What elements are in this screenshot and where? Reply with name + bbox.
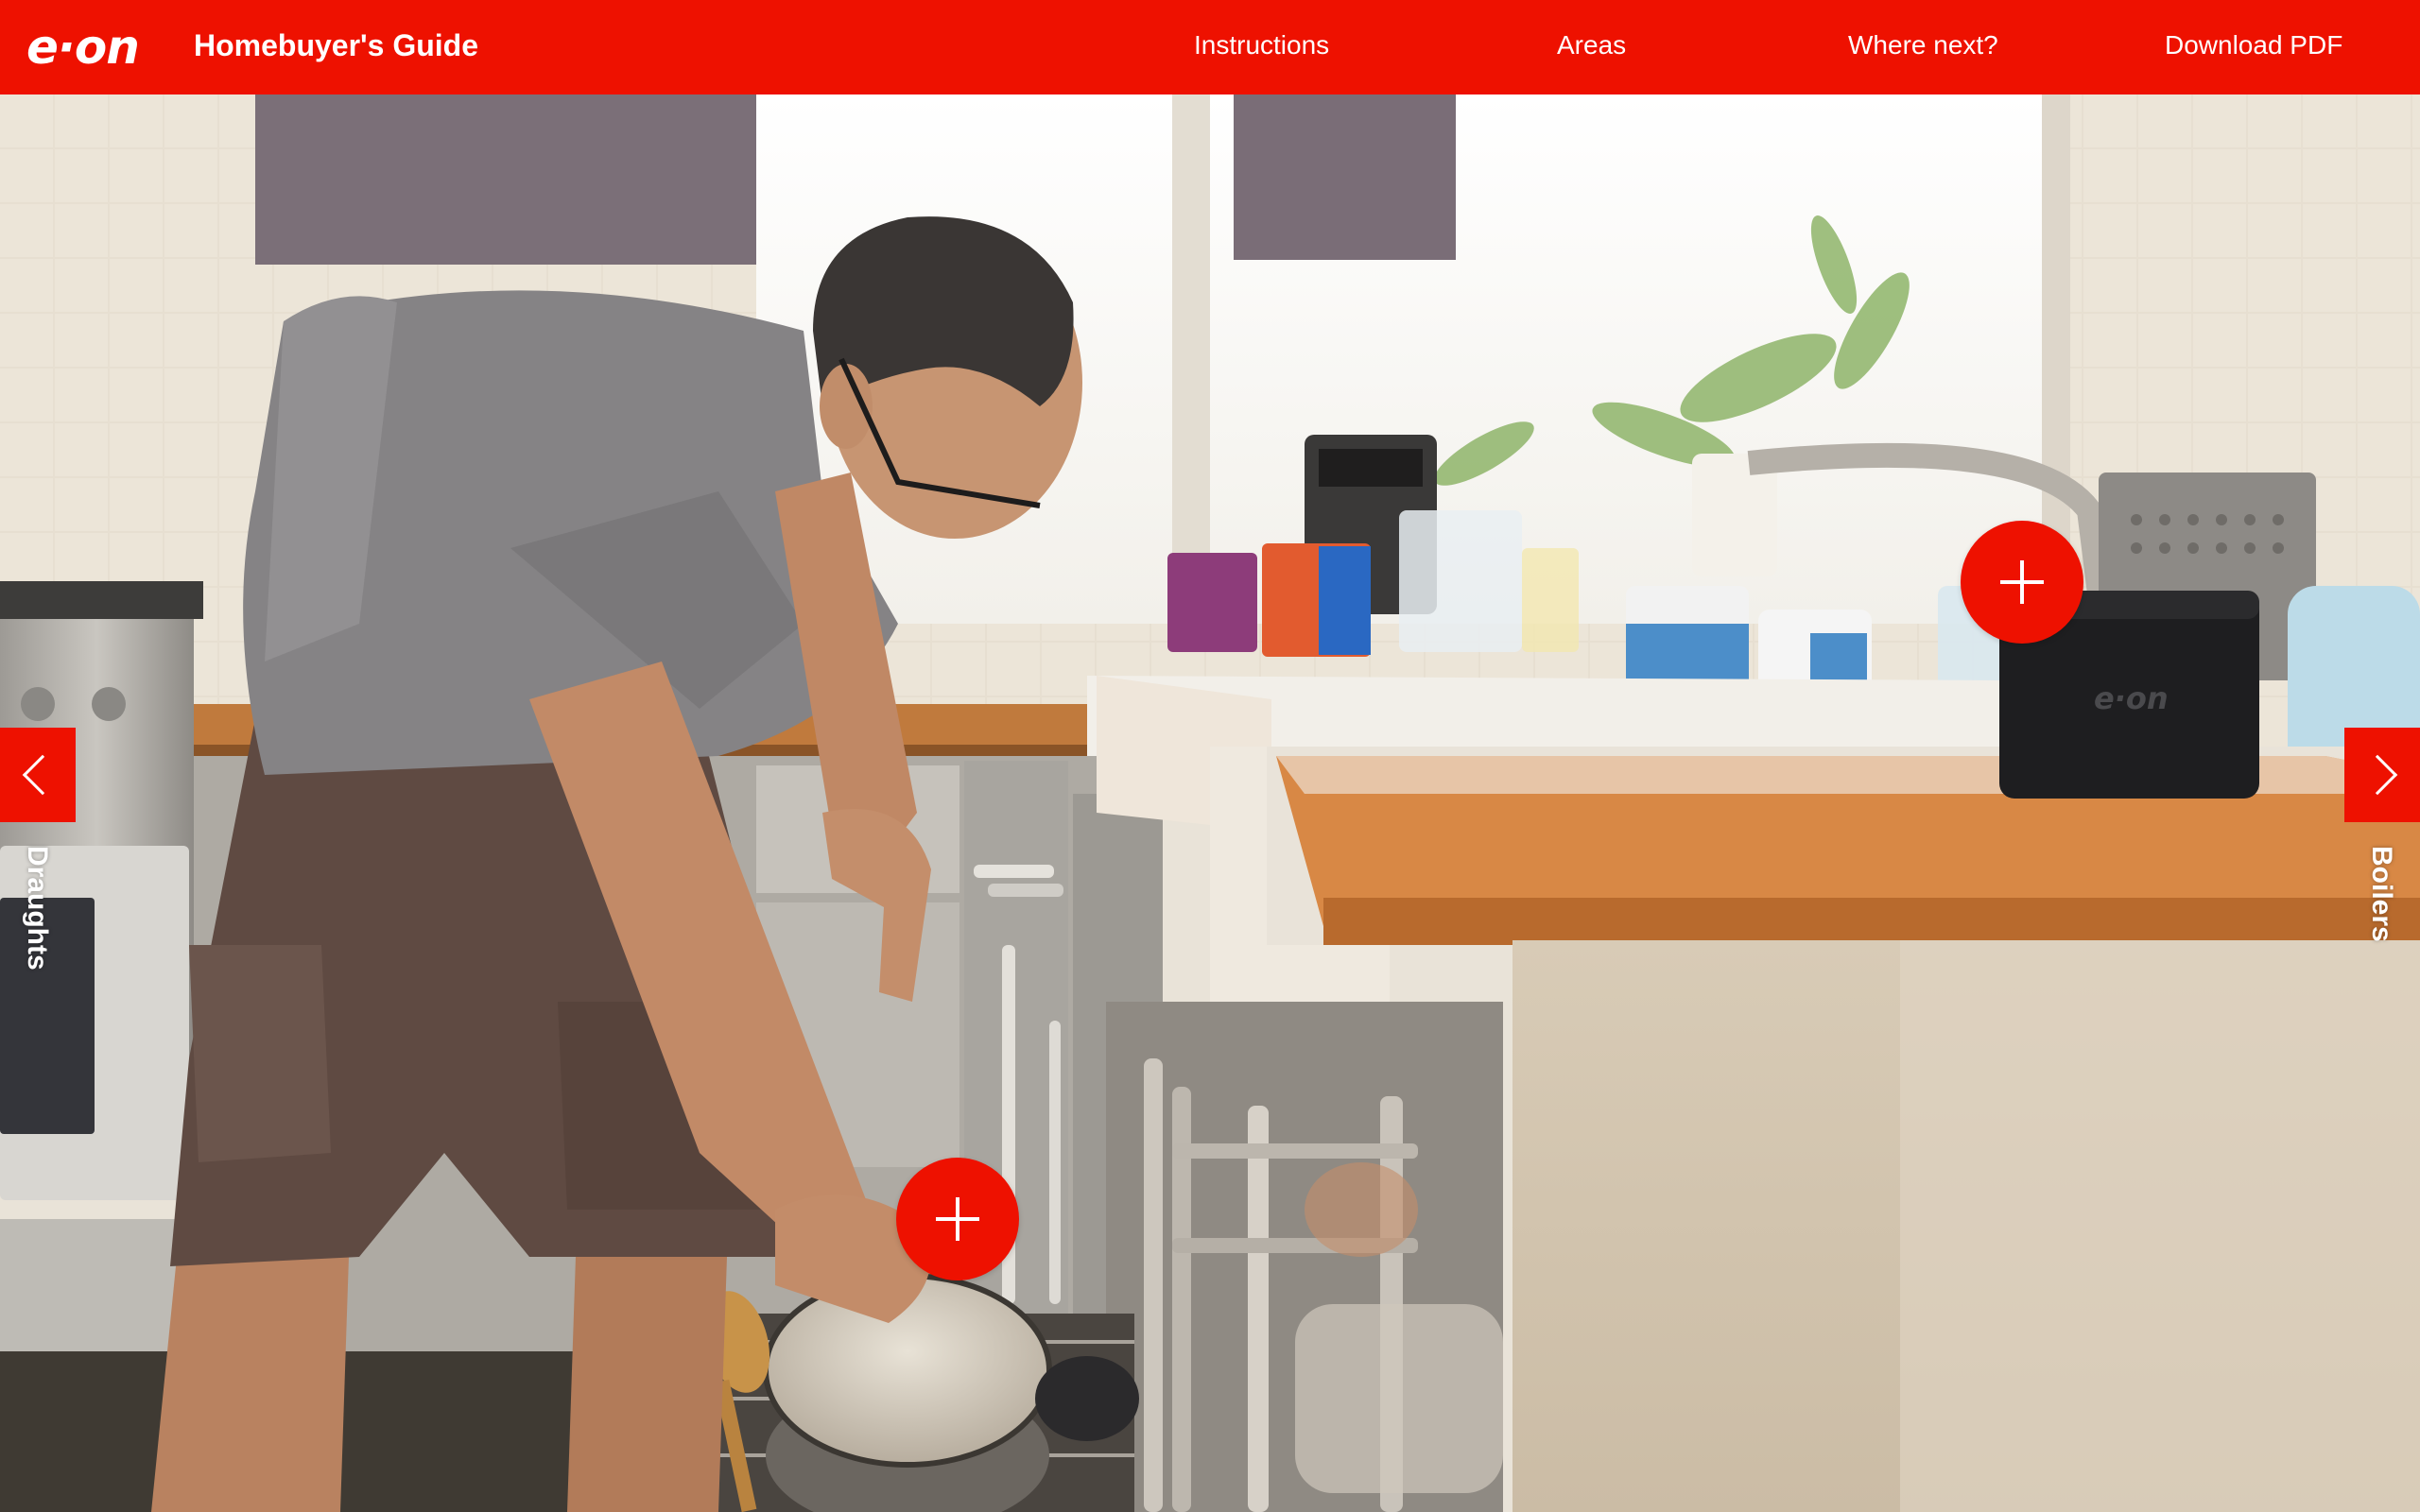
hotspot-energy-display[interactable] <box>1961 521 2083 644</box>
eon-logo[interactable]: e·on <box>26 21 159 74</box>
previous-area-button[interactable] <box>0 728 76 822</box>
nav-download-pdf[interactable]: Download PDF <box>2165 30 2342 60</box>
plus-icon <box>2020 560 2024 604</box>
hotspot-dishwasher[interactable] <box>896 1158 1019 1280</box>
chevron-right-icon <box>2357 754 2398 796</box>
kitchen-illustration: e·on <box>0 94 2420 1512</box>
chevron-left-icon <box>22 754 63 796</box>
plus-icon <box>956 1197 959 1241</box>
top-bar: e·on Homebuyer's Guide Instructions Area… <box>0 0 2420 94</box>
app-title: Homebuyer's Guide <box>194 28 479 62</box>
previous-area-label[interactable]: Draughts <box>21 846 53 971</box>
next-area-button[interactable] <box>2344 728 2420 822</box>
nav-instructions[interactable]: Instructions <box>1194 30 1329 60</box>
nav-areas[interactable]: Areas <box>1557 30 1626 60</box>
next-area-label[interactable]: Boilers <box>2365 846 2397 942</box>
nav-where-next[interactable]: Where next? <box>1848 30 1998 60</box>
device-logo: e·on <box>2094 680 2169 716</box>
kitchen-photo: e·on <box>0 94 2420 1512</box>
